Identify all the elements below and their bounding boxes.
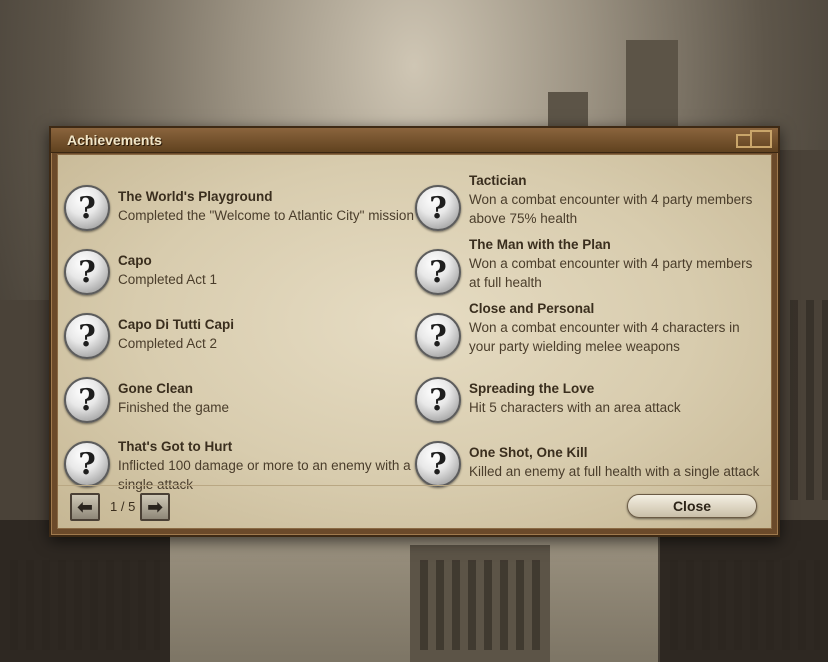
achievement-name: Close and Personal <box>469 301 595 316</box>
next-page-button[interactable]: ➡ <box>140 493 170 521</box>
achievement-description: Won a combat encounter with 4 party memb… <box>469 192 753 226</box>
achievement-name: Capo <box>118 253 152 268</box>
dialog-titlebar: Achievements <box>51 128 778 153</box>
achievement-description: Completed the "Welcome to Atlantic City"… <box>118 208 414 223</box>
locked-achievement-icon: ? <box>64 441 110 487</box>
achievement-name: That's Got to Hurt <box>118 439 233 454</box>
achievement-item: ? The World's Playground Completed the "W… <box>64 181 414 241</box>
achievement-name: One Shot, One Kill <box>469 445 588 460</box>
page-indicator: 1 / 5 <box>110 499 136 514</box>
achievement-item: ? Spreading the Love Hit 5 characters wit… <box>415 373 765 433</box>
locked-achievement-icon: ? <box>415 441 461 487</box>
locked-achievement-icon: ? <box>415 249 461 295</box>
achievement-name: Spreading the Love <box>469 381 595 396</box>
achievement-name: The Man with the Plan <box>469 237 611 252</box>
achievement-description: Killed an enemy at full health with a si… <box>469 464 760 479</box>
locked-achievement-icon: ? <box>64 313 110 359</box>
achievement-description: Hit 5 characters with an area attack <box>469 400 681 415</box>
dialog-panel: ? The World's Playground Completed the "W… <box>57 154 772 529</box>
achievement-description: Won a combat encounter with 4 party memb… <box>469 256 753 290</box>
achievement-item: ? Capo Di Tutti Capi Completed Act 2 <box>64 309 414 369</box>
achievement-name: Capo Di Tutti Capi <box>118 317 234 332</box>
achievement-description: Won a combat encounter with 4 characters… <box>469 320 740 354</box>
achievement-item: ? The Man with the Plan Won a combat enco… <box>415 237 765 305</box>
locked-achievement-icon: ? <box>415 185 461 231</box>
close-button[interactable]: Close <box>627 494 757 518</box>
achievement-item: ? Close and Personal Won a combat encount… <box>415 301 765 369</box>
locked-achievement-icon: ? <box>64 249 110 295</box>
locked-achievement-icon: ? <box>64 377 110 423</box>
achievement-name: Tactician <box>469 173 527 188</box>
prev-page-button[interactable]: ⬅ <box>70 493 100 521</box>
dialog-footer: ⬅ 1 / 5 ➡ Close <box>58 485 771 528</box>
achievement-name: Gone Clean <box>118 381 194 396</box>
ornament-icon <box>734 130 774 150</box>
achievement-item: ? Capo Completed Act 1 <box>64 245 414 305</box>
arrow-right-icon: ➡ <box>147 496 163 517</box>
locked-achievement-icon: ? <box>415 313 461 359</box>
achievements-dialog: Achievements ? The World's Playground Com… <box>49 126 780 537</box>
dialog-title: Achievements <box>67 132 162 148</box>
achievement-item: ? Gone Clean Finished the game <box>64 373 414 433</box>
locked-achievement-icon: ? <box>64 185 110 231</box>
achievement-name: The World's Playground <box>118 189 273 204</box>
achievement-grid: ? The World's Playground Completed the "W… <box>64 165 770 510</box>
achievement-item: ? Tactician Won a combat encounter with 4… <box>415 173 765 241</box>
achievement-description: Finished the game <box>118 400 230 415</box>
locked-achievement-icon: ? <box>415 377 461 423</box>
achievement-description: Completed Act 1 <box>118 272 218 287</box>
achievement-description: Completed Act 2 <box>118 336 218 351</box>
arrow-left-icon: ⬅ <box>77 496 93 517</box>
